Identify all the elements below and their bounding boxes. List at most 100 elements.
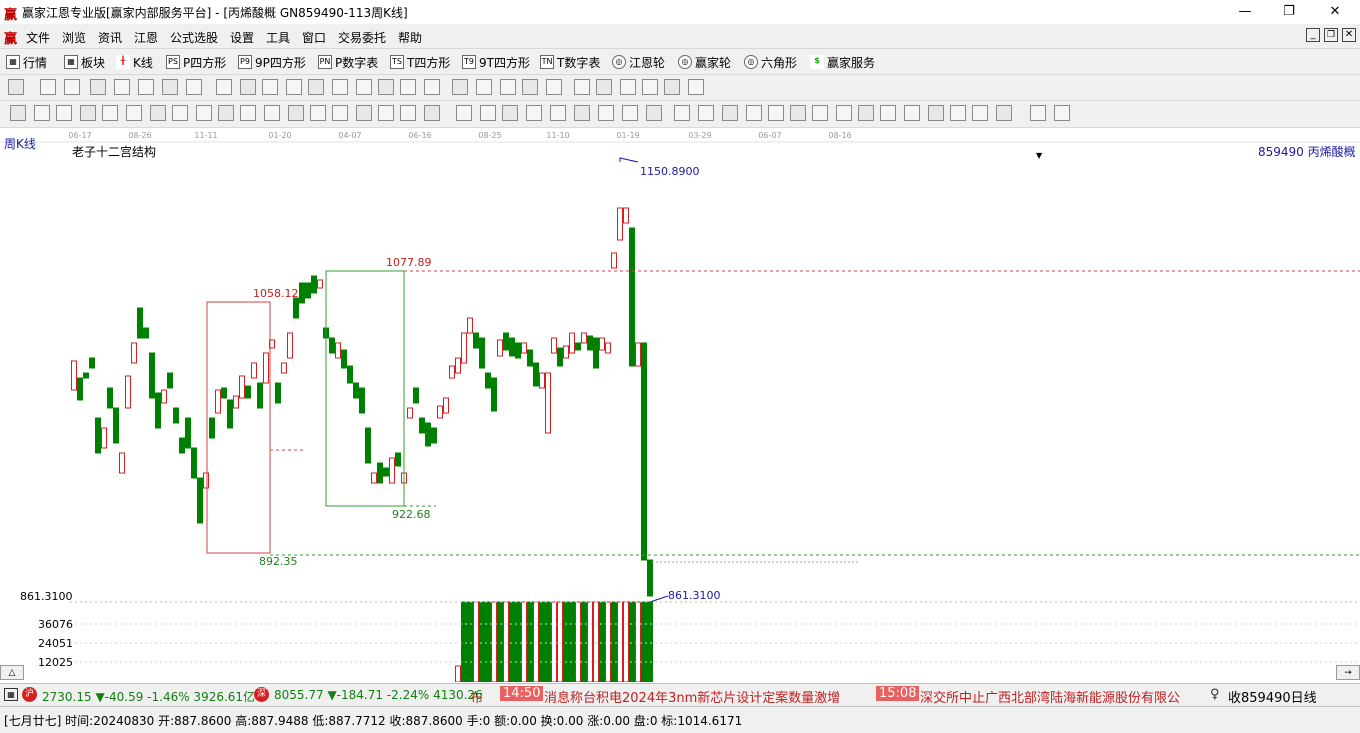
tool-9p-square[interactable]: P9 9P四方形 [238, 54, 306, 70]
draw-tool-5-icon[interactable] [102, 105, 118, 121]
menu-browse[interactable]: 浏览 [62, 29, 86, 46]
tool-hexagon[interactable]: ◎ 六角形 [744, 54, 797, 70]
menu-formula[interactable]: 公式选股 [170, 29, 218, 46]
tool-t-number-table[interactable]: TN T数字表 [540, 54, 600, 70]
menu-file[interactable]: 文件 [26, 29, 50, 46]
draw-tool-25-icon[interactable] [574, 105, 590, 121]
draw-tool-43-icon[interactable] [996, 105, 1012, 121]
nav-tool-18-icon[interactable] [424, 79, 440, 95]
draw-tool-23-icon[interactable] [526, 105, 542, 121]
draw-tool-28-icon[interactable] [646, 105, 662, 121]
tool-gann-wheel[interactable]: ◎ 江恩轮 [612, 54, 665, 70]
nav-tool-11-icon[interactable] [262, 79, 278, 95]
draw-tool-27-icon[interactable] [622, 105, 638, 121]
draw-tool-16-icon[interactable] [356, 105, 372, 121]
mdi-minimize-icon[interactable]: _ [1306, 28, 1320, 42]
draw-tool-22-icon[interactable] [502, 105, 518, 121]
draw-tool-37-icon[interactable] [858, 105, 874, 121]
draw-tool-12-icon[interactable] [264, 105, 280, 121]
nav-tool-15-icon[interactable] [356, 79, 372, 95]
dropdown-arrow-icon[interactable]: ▼ [1036, 151, 1042, 160]
draw-tool-15-icon[interactable] [332, 105, 348, 121]
scroll-left-icon[interactable]: △ [0, 665, 24, 680]
nav-tool-28-icon[interactable] [664, 79, 680, 95]
draw-tool-39-icon[interactable] [904, 105, 920, 121]
nav-tool-21-icon[interactable] [500, 79, 516, 95]
draw-tool-13-icon[interactable] [288, 105, 304, 121]
minimize-icon[interactable]: — [1222, 2, 1268, 22]
draw-tool-34-icon[interactable] [790, 105, 806, 121]
draw-tool-24-icon[interactable] [550, 105, 566, 121]
draw-tool-29-icon[interactable] [674, 105, 690, 121]
nav-tool-19-icon[interactable] [452, 79, 468, 95]
chart-area[interactable]: 06-17 08-26 11-11 01-20 04-07 06-16 08-25 11-10… [0, 128, 1360, 683]
draw-tool-9-icon[interactable] [196, 105, 212, 121]
nav-tool-26-icon[interactable] [620, 79, 636, 95]
nav-tool-2-icon[interactable] [40, 79, 56, 95]
nav-tool-23-icon[interactable] [546, 79, 562, 95]
tool-p-number-table[interactable]: PN P数字表 [318, 54, 378, 70]
draw-tool-44-icon[interactable] [1030, 105, 1046, 121]
scroll-right-icon[interactable]: → [1336, 665, 1360, 680]
nav-tool-12-icon[interactable] [286, 79, 302, 95]
mdi-close-icon[interactable]: ✕ [1342, 28, 1356, 42]
close-icon[interactable]: ✕ [1312, 2, 1358, 22]
nav-tool-8-icon[interactable] [186, 79, 202, 95]
ticker-menu-icon[interactable]: ▦ [4, 688, 18, 701]
tool-kline[interactable]: ╫ K线 [116, 54, 153, 70]
draw-tool-26-icon[interactable] [598, 105, 614, 121]
menu-info[interactable]: 资讯 [98, 29, 122, 46]
mdi-restore-icon[interactable]: ❐ [1324, 28, 1338, 42]
draw-tool-17-icon[interactable] [378, 105, 394, 121]
draw-tool-35-icon[interactable] [812, 105, 828, 121]
draw-tool-36-icon[interactable] [836, 105, 852, 121]
draw-tool-19-icon[interactable] [424, 105, 440, 121]
draw-tool-45-icon[interactable] [1054, 105, 1070, 121]
nav-tool-1-icon[interactable] [8, 79, 24, 95]
nav-tool-3-icon[interactable] [64, 79, 80, 95]
draw-tool-31-icon[interactable] [722, 105, 738, 121]
news2-text[interactable]: 深交所中止广西北部湾陆海新能源股份有限公 [920, 687, 1204, 706]
draw-tool-30-icon[interactable] [698, 105, 714, 121]
draw-tool-33-icon[interactable] [768, 105, 784, 121]
nav-tool-9-icon[interactable] [216, 79, 232, 95]
draw-tool-7-icon[interactable] [150, 105, 166, 121]
menu-window[interactable]: 窗口 [302, 29, 326, 46]
menu-trade[interactable]: 交易委托 [338, 29, 386, 46]
nav-tool-24-icon[interactable] [574, 79, 590, 95]
tool-9t-square[interactable]: T9 9T四方形 [462, 54, 530, 70]
draw-tool-32-icon[interactable] [746, 105, 762, 121]
draw-tool-1-icon[interactable] [10, 105, 26, 121]
tool-sector[interactable]: ▦ 板块 [64, 54, 105, 70]
nav-tool-6-icon[interactable] [138, 79, 154, 95]
draw-tool-42-icon[interactable] [972, 105, 988, 121]
nav-tool-4-icon[interactable] [90, 79, 106, 95]
nav-tool-5-icon[interactable] [114, 79, 130, 95]
draw-tool-8-icon[interactable] [172, 105, 188, 121]
draw-tool-4-icon[interactable] [80, 105, 96, 121]
tool-quotes[interactable]: ▦ 行情 [6, 54, 47, 70]
menu-app-icon[interactable]: 赢 [4, 28, 17, 47]
news1-text[interactable]: 消息称台积电2024年3nm新芯片设计定案数量激增 [544, 687, 840, 706]
draw-tool-11-icon[interactable] [240, 105, 256, 121]
alert-icon[interactable]: ♀ [1210, 687, 1220, 702]
nav-tool-25-icon[interactable] [596, 79, 612, 95]
nav-tool-29-icon[interactable] [688, 79, 704, 95]
draw-tool-3-icon[interactable] [56, 105, 72, 121]
nav-tool-14-icon[interactable] [332, 79, 348, 95]
menu-tools[interactable]: 工具 [266, 29, 290, 46]
nav-tool-7-icon[interactable] [162, 79, 178, 95]
tool-winner-wheel[interactable]: ◎ 赢家轮 [678, 54, 731, 70]
tool-p-square[interactable]: PS P四方形 [166, 54, 226, 70]
draw-tool-21-icon[interactable] [480, 105, 496, 121]
menu-gann[interactable]: 江恩 [134, 29, 158, 46]
nav-tool-16-icon[interactable] [378, 79, 394, 95]
draw-tool-10-icon[interactable] [218, 105, 234, 121]
draw-tool-38-icon[interactable] [880, 105, 896, 121]
nav-tool-17-icon[interactable] [400, 79, 416, 95]
draw-tool-2-icon[interactable] [34, 105, 50, 121]
menu-settings[interactable]: 设置 [230, 29, 254, 46]
draw-tool-40-icon[interactable] [928, 105, 944, 121]
nav-tool-13-icon[interactable] [308, 79, 324, 95]
draw-tool-20-icon[interactable] [456, 105, 472, 121]
